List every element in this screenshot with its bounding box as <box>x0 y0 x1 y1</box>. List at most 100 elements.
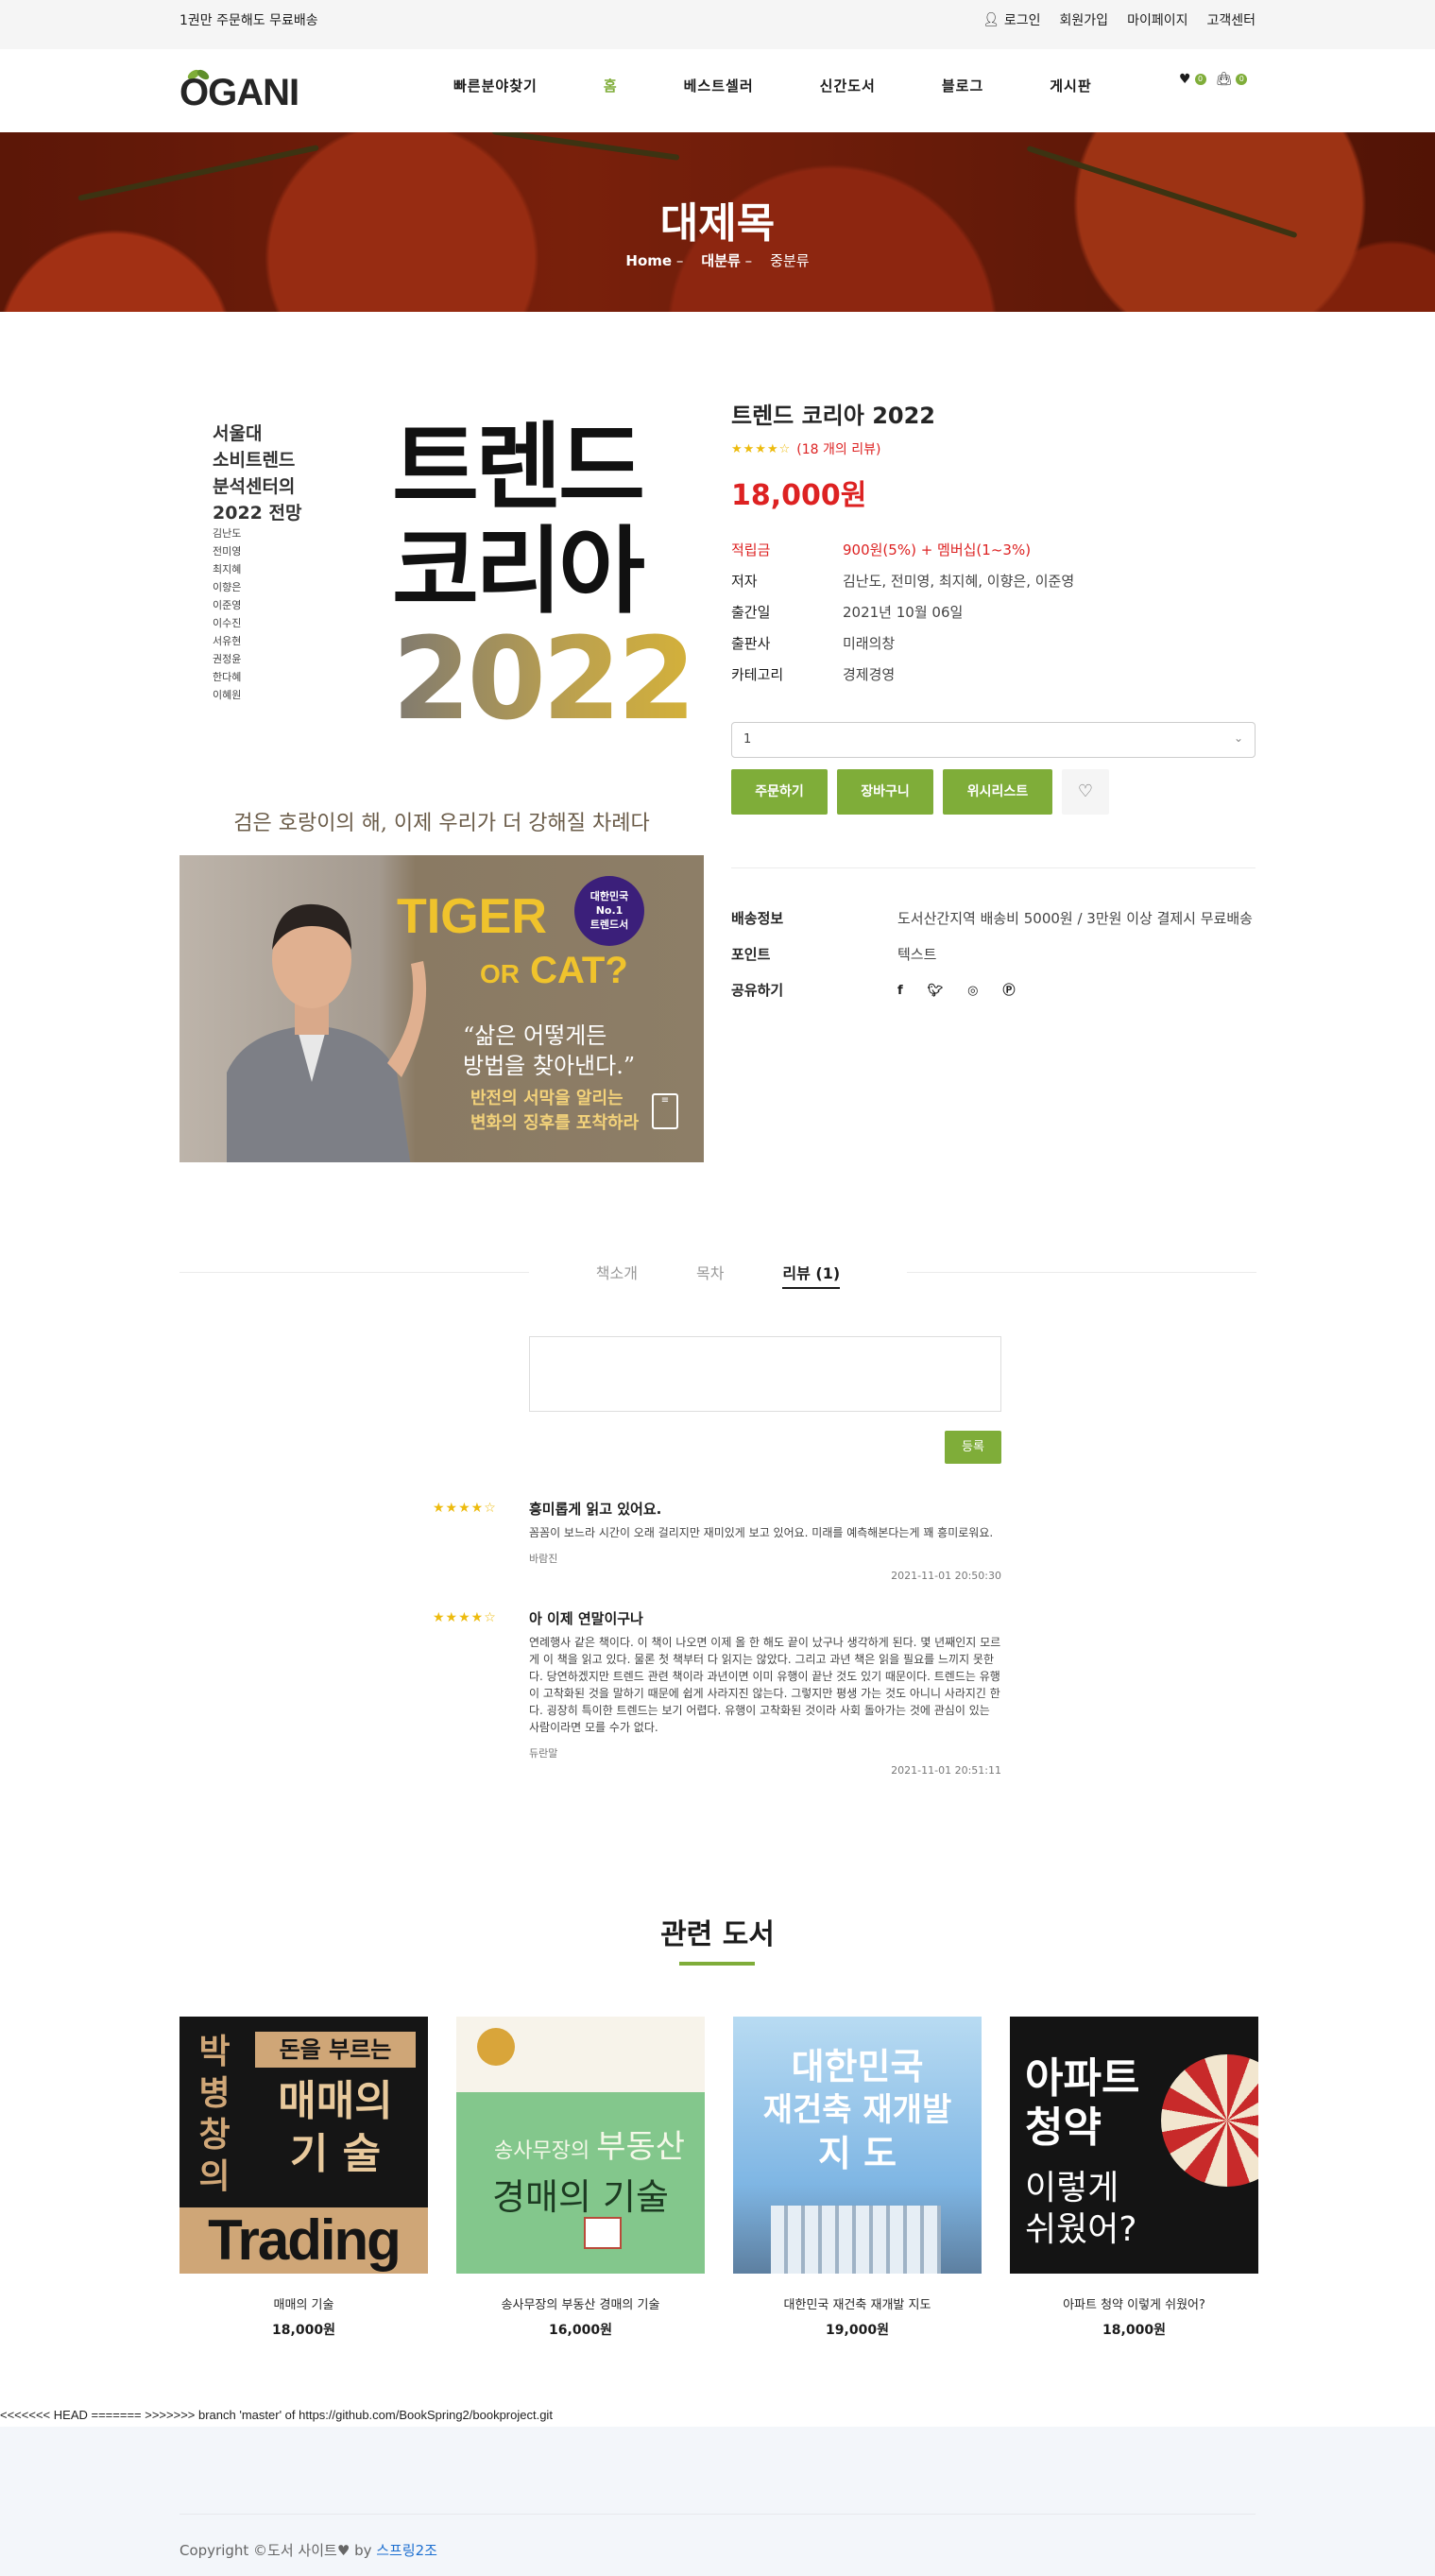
related-book-card[interactable]: 돈을 부르는 박 병 창 의 매매의 기 술 Trading 매매의 기술 18… <box>179 2017 428 2339</box>
related-book-cover[interactable]: 돈을 부르는 박 병 창 의 매매의 기 술 Trading <box>179 2017 428 2274</box>
add-to-cart-button[interactable]: 장바구니 <box>837 769 933 815</box>
related-book-card[interactable]: 아파트 청약 이렇게 쉬웠어? 아파트 청약 이렇게 쉬웠어? 18,000원 <box>1010 2017 1258 2339</box>
nav-home[interactable]: 홈 <box>604 76 618 95</box>
wishlist-count-badge: 0 <box>1194 74 1206 85</box>
subtext-line: 반전의 서막을 알리는 <box>470 1089 624 1108</box>
publisher-label: 출판사 <box>731 635 771 652</box>
badge-line: 트렌드서 <box>589 919 629 931</box>
cover-char: 병 <box>198 2074 231 2113</box>
review-content: 연례행사 같은 책이다. 이 책이 나오면 이제 올 한 해도 끝이 났구나 생… <box>529 1636 1001 1734</box>
hero-banner: 대제목 Home – 대분류 – 중분류 <box>0 132 1435 312</box>
copyright-text: Copyright ©도서 사이트 <box>179 2542 337 2559</box>
team-link[interactable]: 스프링2조 <box>376 2542 437 2559</box>
cover-text: 매매의 기 술 <box>255 2075 416 2181</box>
point-value: 텍스트 <box>897 946 937 963</box>
point-label: 포인트 <box>731 946 771 963</box>
cover-author: 이수진 <box>213 617 242 629</box>
related-book-title[interactable]: 대한민국 재건축 재개발 지도 <box>733 2294 982 2312</box>
header-icons: ♥ 0 👜︎ 0 <box>1179 72 1253 87</box>
meta-row-publisher: 출판사 미래의창 <box>731 627 1074 659</box>
city-illustration <box>771 2206 941 2274</box>
breadcrumb-major[interactable]: 대분류 <box>701 252 740 269</box>
heart-icon[interactable]: ♡ <box>1062 769 1109 815</box>
category-label: 카테고리 <box>731 666 784 683</box>
author-label: 저자 <box>731 573 758 590</box>
meta-row-author: 저자 김난도, 전미영, 최지혜, 이향은, 이준영 <box>731 565 1074 596</box>
points-value: 900원(5%) + 멤버십(1~3%) <box>843 541 1032 558</box>
nav-blog[interactable]: 블로그 <box>942 76 983 95</box>
nav-category-finder[interactable]: 빠른분야찾기 <box>453 76 538 95</box>
shipping-value: 도서산간지역 배송비 5000원 / 3만원 이상 결제시 무료배송 <box>897 910 1253 927</box>
shipping-row: 배송정보 도서산간지역 배송비 5000원 / 3만원 이상 결제시 무료배송 <box>731 907 1256 931</box>
point-row: 포인트 텍스트 <box>731 943 1256 967</box>
cover-author: 최지혜 <box>213 563 242 575</box>
quantity-select[interactable]: 1 ⌄ <box>731 722 1256 758</box>
points-label: 적립금 <box>731 541 771 558</box>
pinterest-icon[interactable]: Ⓟ <box>1003 979 1016 1003</box>
banner-or: OR <box>480 959 520 988</box>
shopping-bag-icon[interactable]: 👜︎ <box>1216 72 1233 87</box>
free-shipping-message: 1권만 주문해도 무료배송 <box>179 13 318 28</box>
related-book-card[interactable]: 송사무장의 부동산 경매의 기술 송사무장의 부동산 경매의 기술 16,000… <box>456 2017 705 2339</box>
wishlist-heart-icon[interactable]: ♥ <box>1179 72 1191 87</box>
facebook-icon[interactable]: f <box>897 979 903 1003</box>
cover-text: 2022 전망 <box>213 503 302 524</box>
product-rating: ★★★★☆ (18 개의 리뷰) <box>731 439 1256 458</box>
product-title: 트렌드 코리아 2022 <box>731 403 935 429</box>
review-textarea[interactable] <box>529 1336 1001 1412</box>
review-date: 2021-11-01 20:50:30 <box>891 1570 1001 1582</box>
related-book-title[interactable]: 송사무장의 부동산 경매의 기술 <box>456 2294 705 2312</box>
cover-title-line: 코리아 <box>392 516 645 627</box>
share-row: 공유하기 f 🐦︎ ◎ Ⓟ <box>731 979 1256 1003</box>
meta-row-category: 카테고리 경제경영 <box>731 659 1074 690</box>
meta-row-date: 출간일 2021년 10월 06일 <box>731 596 1074 627</box>
review-submit-button[interactable]: 등록 <box>945 1431 1001 1464</box>
review-date: 2021-11-01 20:51:11 <box>891 1764 1001 1777</box>
order-button[interactable]: 주문하기 <box>731 769 828 815</box>
related-book-cover[interactable]: 아파트 청약 이렇게 쉬웠어? <box>1010 2017 1258 2274</box>
nav-bestseller[interactable]: 베스트셀러 <box>684 76 754 95</box>
support-link[interactable]: 고객센터 <box>1206 10 1256 29</box>
cover-year: 2022 <box>392 614 696 746</box>
logo[interactable]: OGANI <box>179 66 302 113</box>
breadcrumb-home[interactable]: Home <box>625 252 672 269</box>
nav-new-books[interactable]: 신간도서 <box>820 76 876 95</box>
signup-link[interactable]: 회원가입 <box>1060 10 1109 29</box>
product-meta-table: 적립금 900원(5%) + 멤버십(1~3%) 저자 김난도, 전미영, 최지… <box>731 534 1074 690</box>
cover-author: 권정윤 <box>213 653 242 665</box>
breadcrumb: Home – 대분류 – 중분류 <box>0 250 1435 270</box>
chevron-down-icon: ⌄ <box>1233 731 1243 745</box>
mypage-link[interactable]: 마이페이지 <box>1127 10 1187 29</box>
date-value: 2021년 10월 06일 <box>843 604 964 621</box>
review-stars: ★★★★☆ <box>433 1501 497 1516</box>
related-book-title[interactable]: 아파트 청약 이렇게 쉬웠어? <box>1010 2294 1258 2312</box>
meta-row-points: 적립금 900원(5%) + 멤버십(1~3%) <box>731 534 1074 565</box>
tab-review[interactable]: 리뷰 (1) <box>782 1261 840 1289</box>
login-link[interactable]: 👤︎ 로그인 <box>982 10 1040 29</box>
tab-intro[interactable]: 책소개 <box>596 1261 638 1289</box>
instagram-icon[interactable]: ◎ <box>967 979 978 1003</box>
cover-author: 이혜원 <box>213 689 242 701</box>
nav-board[interactable]: 게시판 <box>1050 76 1091 95</box>
quote-line: “삶은 어떻게든 <box>463 1022 607 1049</box>
related-book-title[interactable]: 매매의 기술 <box>179 2294 428 2312</box>
product-image: 서울대 소비트렌드 분석센터의 2022 전망 김난도 전미영 최지혜 이향은 … <box>179 383 704 855</box>
roulette-wheel-icon <box>1161 2054 1258 2187</box>
cover-text: 분석센터의 <box>213 476 296 497</box>
cover-text: 돈을 부르는 <box>255 2032 416 2068</box>
review-body: 흥미롭게 읽고 있어요. 꼼꼼이 보느라 시간이 오래 걸리지만 재미있게 보고… <box>529 1499 1001 1582</box>
review-count-link[interactable]: (18 개의 리뷰) <box>796 439 880 458</box>
cover-tagline: 검은 호랑이의 해, 이제 우리가 더 강해질 차례다 <box>233 812 650 835</box>
wishlist-button[interactable]: 위시리스트 <box>943 769 1052 815</box>
award-seal-icon <box>477 2028 515 2066</box>
cover-line: 이렇게 <box>1025 2169 1119 2207</box>
author-value: 김난도, 전미영, 최지혜, 이향은, 이준영 <box>843 573 1075 590</box>
twitter-icon[interactable]: 🐦︎ <box>928 979 944 1003</box>
banner-orcat-text: OR CAT? <box>480 950 628 992</box>
divider <box>731 867 1256 868</box>
breadcrumb-minor: 중분류 <box>770 252 810 269</box>
tab-toc[interactable]: 목차 <box>696 1261 724 1289</box>
related-book-card[interactable]: 대한민국 재건축 재개발 지 도 대한민국 재건축 재개발 지도 19,000원 <box>733 2017 982 2339</box>
related-book-cover[interactable]: 대한민국 재건축 재개발 지 도 <box>733 2017 982 2274</box>
related-book-cover[interactable]: 송사무장의 부동산 경매의 기술 <box>456 2017 705 2274</box>
